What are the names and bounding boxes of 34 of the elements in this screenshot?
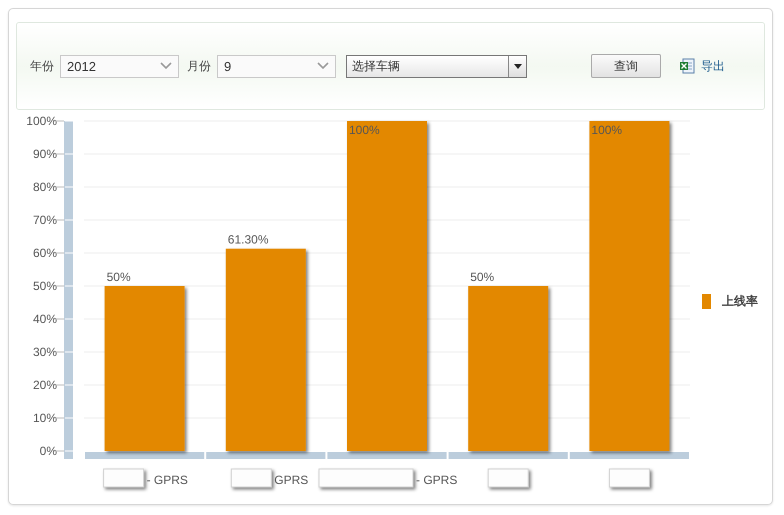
export-link[interactable]: 导出 — [701, 58, 725, 74]
y-tick-label: 20% — [32, 378, 57, 392]
y-tick-label: 40% — [32, 312, 57, 326]
y-tick-label: 90% — [32, 147, 57, 161]
query-button[interactable]: 查询 — [591, 54, 661, 78]
month-label: 月份 — [187, 58, 211, 74]
year-label: 年份 — [30, 58, 54, 74]
x-axis-label: - GPRS — [146, 473, 188, 487]
spreadsheet-icon — [679, 58, 695, 74]
y-tick-label: 30% — [32, 345, 57, 359]
y-tick-label: 80% — [32, 180, 57, 194]
label-mask — [230, 468, 272, 488]
y-tick-label: 70% — [32, 213, 57, 227]
value-label: 100% — [349, 123, 380, 137]
label-mask — [608, 468, 650, 488]
chevron-icon — [317, 62, 329, 70]
y-tick-label: 50% — [32, 279, 57, 293]
y-tick-label: 10% — [32, 411, 57, 425]
y-tick-label: 0% — [40, 444, 57, 458]
vehicle-select[interactable]: 选择车辆 — [346, 54, 527, 78]
y-tick-label: 60% — [32, 246, 57, 260]
x-axis-label: - GPRS — [416, 473, 458, 487]
y-tick-label: 100% — [26, 114, 57, 128]
label-mask — [488, 468, 529, 488]
value-label: 100% — [591, 123, 622, 137]
chevron-icon — [160, 62, 172, 70]
value-label: 50% — [106, 270, 131, 284]
value-label: 61.30% — [228, 232, 268, 247]
value-label: 50% — [470, 270, 494, 284]
legend-label: 上线率 — [722, 294, 758, 308]
year-select[interactable]: 2012 — [60, 54, 179, 78]
month-select[interactable]: 9 — [217, 54, 336, 78]
label-mask — [103, 468, 144, 488]
x-axis-label: GPRS — [274, 473, 308, 487]
